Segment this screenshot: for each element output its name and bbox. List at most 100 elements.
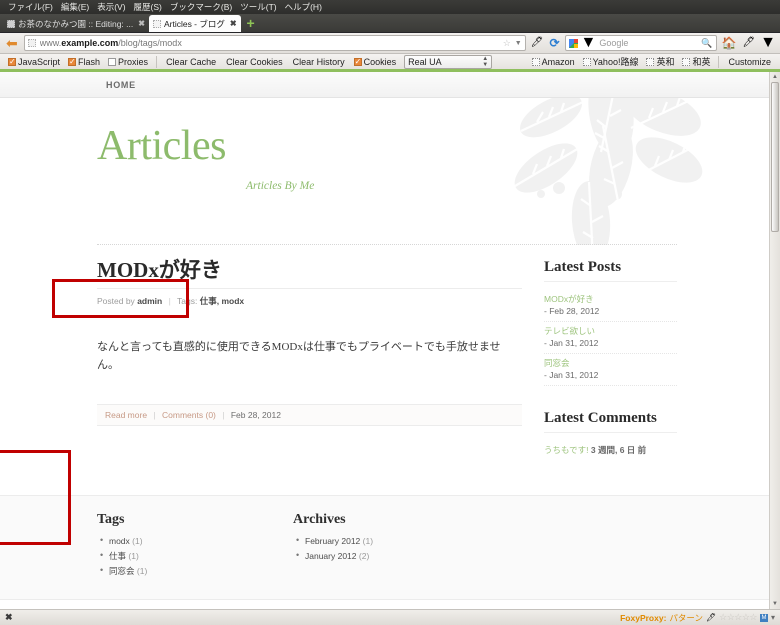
toggle-proxies[interactable]: Proxies (104, 57, 152, 67)
powered-name[interactable]: modx revolution (296, 608, 358, 609)
clear-history-button[interactable]: Clear History (288, 57, 350, 67)
home-icon[interactable]: 🏠 (721, 37, 738, 49)
list-item[interactable]: テレビ欲しい - Jan 31, 2012 (544, 322, 677, 354)
checkbox-icon[interactable] (8, 57, 16, 66)
archives-widget-title: Archives (293, 512, 346, 527)
templates-name[interactable]: website templates (369, 608, 438, 609)
scroll-down-arrow-icon[interactable]: ▼ (770, 599, 780, 609)
list-item[interactable]: 同窓会 - Jan 31, 2012 (544, 354, 677, 386)
toggle-eiwa[interactable]: 英和 (642, 55, 678, 68)
list-item[interactable]: うちもです! 3 週間, 6 日 前 (544, 441, 677, 461)
customize-button[interactable]: Customize (723, 57, 776, 67)
toggle-flash[interactable]: Flash (64, 57, 104, 67)
browser-window: ファイル(F) 編集(E) 表示(V) 履歴(S) ブックマーク(B) ツール(… (0, 0, 780, 625)
archive-count: (1) (362, 536, 374, 546)
checkbox-icon[interactable] (108, 57, 117, 66)
menu-item-view[interactable]: 表示(V) (93, 0, 129, 14)
chevron-down-icon[interactable]: ▾ (771, 613, 775, 622)
latest-post-title[interactable]: テレビ欲しい (544, 325, 677, 337)
extension-icon[interactable]: 🖊 (741, 38, 756, 48)
back-arrow-icon[interactable]: ⬅ (4, 36, 20, 50)
menu-item-bookmarks[interactable]: ブックマーク(B) (166, 0, 236, 14)
toggle-waei[interactable]: 和英 (678, 55, 714, 68)
archives-widget: Archives February 2012 (1) January 2012 … (293, 512, 489, 579)
search-bar[interactable]: ▼ Google 🔍 (564, 34, 717, 52)
scroll-up-arrow-icon[interactable]: ▲ (770, 72, 780, 82)
spinner-arrows-icon[interactable]: ▲ ▼ (482, 56, 488, 68)
tag-label[interactable]: 仕事 (109, 551, 126, 561)
toggle-amazon[interactable]: Amazon (528, 57, 579, 67)
tab-close-icon[interactable]: ✖ (138, 19, 145, 28)
foxyproxy-label[interactable]: FoxyProxy: (620, 613, 666, 623)
list-item[interactable]: 同窓会 (1) (100, 563, 293, 579)
foxyproxy-value[interactable]: パターン (669, 612, 703, 624)
nav-item-home[interactable]: HOME (100, 80, 142, 90)
list-item[interactable]: 仕事 (1) (100, 548, 293, 564)
close-icon[interactable]: ✖ (5, 612, 13, 623)
url-domain: example.com (61, 38, 119, 48)
list-item[interactable]: modx (1) (100, 533, 293, 549)
checkbox-icon[interactable] (682, 57, 691, 66)
post-tags[interactable]: 仕事, modx (200, 296, 244, 306)
bookmark-star-icon[interactable]: ☆ (503, 38, 511, 49)
archive-label[interactable]: February 2012 (305, 536, 360, 546)
menu-item-file[interactable]: ファイル(F) (4, 0, 57, 14)
list-item[interactable]: MODxが好き - Feb 28, 2012 (544, 290, 677, 322)
menu-item-tools[interactable]: ツール(T) (236, 0, 280, 14)
footer-link-xhtml[interactable]: XHTML (650, 608, 677, 609)
reload-icon[interactable]: ⟳ (548, 37, 560, 49)
scrollbar-thumb[interactable] (771, 82, 779, 232)
latest-post-title[interactable]: MODxが好き (544, 293, 677, 305)
templates-author[interactable]: styleshout (451, 608, 491, 609)
clear-cache-button[interactable]: Clear Cache (161, 57, 221, 67)
rating-stars-icon[interactable]: ☆☆☆☆☆ (719, 612, 757, 623)
footer-link-css[interactable]: CSS (619, 608, 635, 609)
tab-close-icon[interactable]: ✖ (230, 19, 237, 28)
clear-cookies-button[interactable]: Clear Cookies (221, 57, 288, 67)
tab-ochanonakamitsuen[interactable]: お茶のなかみつ園 :: Editing: ... ✖ (3, 15, 149, 32)
useragent-select[interactable]: Real UA ▲ ▼ (404, 54, 493, 69)
tab-bar: お茶のなかみつ園 :: Editing: ... ✖ Articles - ブロ… (0, 14, 780, 33)
site-title[interactable]: Articles (97, 125, 226, 167)
footer-separator: | (222, 410, 225, 421)
posted-by-label: Posted by (97, 296, 135, 307)
vertical-scrollbar[interactable]: ▲ ▼ (769, 72, 780, 609)
paste-go-icon[interactable]: 🖊 (530, 38, 545, 48)
search-icon[interactable]: 🔍 (701, 38, 712, 49)
menu-bar: ファイル(F) 編集(E) 表示(V) 履歴(S) ブックマーク(B) ツール(… (0, 0, 780, 14)
archive-label[interactable]: January 2012 (305, 551, 357, 561)
footer-link-sitemap[interactable]: Sitemap (575, 608, 604, 609)
read-more-link[interactable]: Read more (105, 410, 147, 420)
comment-text[interactable]: うちもです! (544, 445, 589, 455)
tag-label[interactable]: 同窓会 (109, 566, 135, 576)
chevron-down-icon[interactable]: ▼ (515, 40, 522, 47)
checkbox-icon[interactable] (582, 57, 591, 66)
menu-item-history[interactable]: 履歴(S) (130, 0, 166, 14)
toggle-yahoo-route[interactable]: Yahoo!路線 (579, 55, 643, 68)
new-tab-button[interactable]: + (244, 16, 258, 31)
toggle-cookies[interactable]: Cookies (350, 57, 401, 67)
list-item[interactable]: February 2012 (1) (296, 533, 489, 549)
tab-articles-blog[interactable]: Articles - ブログ ✖ (148, 15, 241, 32)
tag-label[interactable]: modx (109, 536, 130, 546)
url-bar[interactable]: www.example.com/blog/tags/modx ☆ ▼ (23, 35, 526, 51)
toggle-label: 和英 (692, 57, 711, 67)
checkbox-icon[interactable] (68, 57, 77, 66)
status-addon-icon[interactable]: M (759, 613, 768, 622)
chevron-down-icon[interactable]: ▼ (581, 34, 597, 52)
tab-title: Articles - ブログ (163, 18, 225, 29)
checkbox-icon[interactable] (353, 57, 362, 66)
comments-link[interactable]: Comments (0) (162, 410, 216, 420)
checkbox-icon[interactable] (646, 57, 655, 66)
post-author[interactable]: admin (137, 296, 162, 306)
toggle-javascript[interactable]: JavaScript (4, 57, 64, 67)
extension-badge-icon[interactable]: 🖊 (706, 613, 716, 622)
tags-list: modx (1) 仕事 (1) 同窓会 (1) (97, 533, 293, 579)
footer-link-home[interactable]: Home (539, 608, 560, 609)
list-item[interactable]: January 2012 (2) (296, 548, 489, 564)
checkbox-icon[interactable] (531, 57, 540, 66)
menu-item-edit[interactable]: 編集(E) (57, 0, 93, 14)
overflow-chevron-icon[interactable]: ▼ (760, 34, 776, 52)
menu-item-help[interactable]: ヘルプ(H) (281, 0, 326, 14)
latest-post-title[interactable]: 同窓会 (544, 357, 677, 369)
